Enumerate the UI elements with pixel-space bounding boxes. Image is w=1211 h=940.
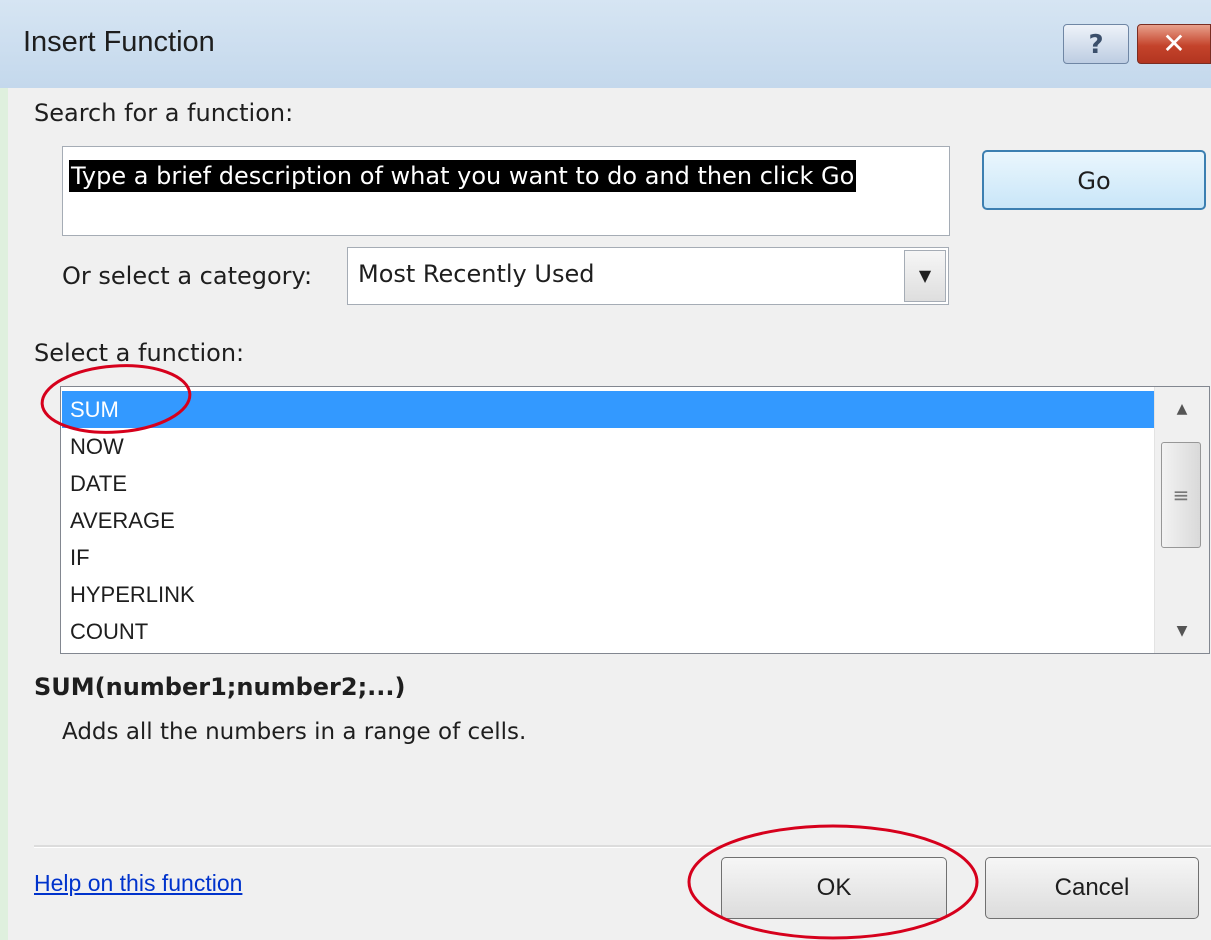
cancel-button[interactable]: Cancel <box>985 857 1199 919</box>
category-selected-value: Most Recently Used <box>358 260 595 288</box>
list-item-now[interactable]: NOW <box>62 428 1154 465</box>
help-on-function-link[interactable]: Help on this function <box>34 870 242 897</box>
title-bar: Insert Function ? ✕ <box>0 0 1211 88</box>
chevron-down-icon: ▼ <box>918 266 932 285</box>
dropdown-button[interactable]: ▼ <box>904 250 946 302</box>
list-item-if[interactable]: IF <box>62 539 1154 576</box>
close-button[interactable]: ✕ <box>1137 24 1211 64</box>
category-select[interactable]: Most Recently Used ▼ <box>347 247 949 305</box>
divider <box>34 845 1211 848</box>
window-edge <box>0 88 8 940</box>
scroll-down-icon[interactable]: ▼ <box>1155 609 1209 653</box>
question-icon: ? <box>1088 30 1104 60</box>
search-label: Search for a function: <box>34 99 294 127</box>
function-list[interactable]: SUM NOW DATE AVERAGE IF HYPERLINK COUNT … <box>60 386 1210 654</box>
grip-icon: ≡ <box>1172 483 1190 507</box>
function-syntax: SUM(number1;number2;...) <box>34 673 406 701</box>
list-item-average[interactable]: AVERAGE <box>62 502 1154 539</box>
dialog-title: Insert Function <box>23 26 215 58</box>
scroll-thumb[interactable]: ≡ <box>1161 442 1201 548</box>
close-icon: ✕ <box>1162 27 1186 60</box>
category-label: Or select a category: <box>62 262 313 290</box>
function-list-label: Select a function: <box>34 339 245 367</box>
insert-function-dialog: Insert Function ? ✕ Search for a functio… <box>0 0 1211 940</box>
function-description: Adds all the numbers in a range of cells… <box>62 719 527 745</box>
search-input-text: Type a brief description of what you wan… <box>69 160 857 192</box>
scroll-up-icon[interactable]: ▲ <box>1155 387 1209 431</box>
search-input[interactable]: Type a brief description of what you wan… <box>62 146 950 236</box>
list-item-hyperlink[interactable]: HYPERLINK <box>62 576 1154 613</box>
list-item-count[interactable]: COUNT <box>62 613 1154 650</box>
list-item-sum[interactable]: SUM <box>62 391 1154 428</box>
go-button[interactable]: Go <box>982 150 1206 210</box>
help-button[interactable]: ? <box>1063 24 1129 64</box>
list-scrollbar[interactable]: ▲ ≡ ▼ <box>1154 387 1209 653</box>
list-item-date[interactable]: DATE <box>62 465 1154 502</box>
ok-button[interactable]: OK <box>721 857 947 919</box>
